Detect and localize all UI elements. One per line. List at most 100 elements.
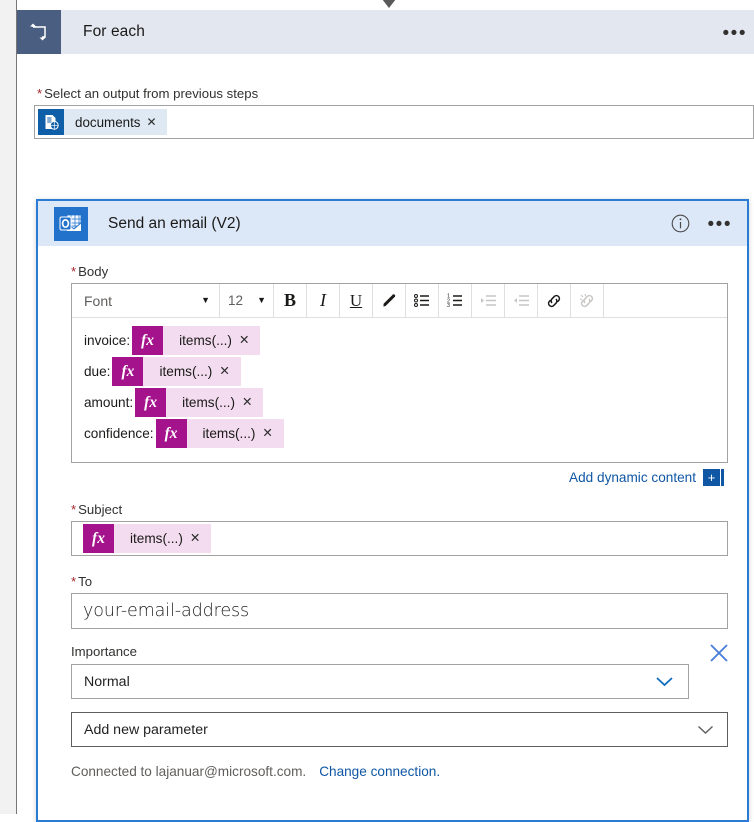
- select-output-input[interactable]: documents ✕: [34, 105, 754, 139]
- document-list-icon: [38, 109, 64, 135]
- body-line: invoice: fx items(...) ✕: [72, 325, 727, 356]
- rich-text-toolbar: Font ▼ 12 ▼ B I U 1 2 3: [72, 284, 727, 318]
- expression-token-label: items(...): [130, 531, 183, 546]
- body-line: due: fx items(...) ✕: [72, 356, 727, 387]
- to-field-label: * To: [71, 574, 93, 589]
- body-line-label: due:: [84, 364, 111, 379]
- numbered-list-button[interactable]: 1 2 3: [439, 284, 472, 317]
- send-email-card: Send an email (V2) ••• * Body Font ▼ 12 …: [36, 199, 749, 822]
- expression-token[interactable]: fx items(...) ✕: [155, 419, 284, 448]
- expression-token-label: items(...): [182, 395, 235, 410]
- importance-dropdown[interactable]: Normal: [71, 664, 689, 699]
- connection-status-text: Connected to lajanuar@microsoft.com.: [71, 764, 307, 779]
- decrease-indent-button[interactable]: [505, 284, 538, 317]
- send-email-header[interactable]: Send an email (V2) •••: [38, 201, 747, 246]
- insert-link-button[interactable]: [538, 284, 571, 317]
- highlighter-icon: [383, 294, 395, 307]
- for-each-title: For each: [83, 23, 145, 40]
- to-input[interactable]: your-email-address: [71, 593, 728, 629]
- documents-token-remove-button[interactable]: ✕: [145, 116, 167, 128]
- for-each-overflow-menu-button[interactable]: •••: [719, 22, 751, 45]
- expression-token-remove-button[interactable]: ✕: [237, 334, 260, 347]
- required-indicator: *: [37, 86, 43, 101]
- fx-icon: fx: [83, 524, 114, 553]
- fx-icon: fx: [132, 326, 164, 355]
- required-indicator: *: [71, 574, 77, 589]
- for-each-body: * Select an output from previous steps do…: [17, 54, 754, 822]
- documents-token[interactable]: documents ✕: [38, 109, 167, 135]
- expression-token-remove-button[interactable]: ✕: [240, 396, 263, 409]
- to-input-value: your-email-address: [83, 601, 250, 621]
- importance-field-label: Importance: [71, 644, 137, 659]
- subject-input[interactable]: fx items(...) ✕: [71, 521, 728, 556]
- add-dynamic-content-button[interactable]: Add dynamic content +: [569, 469, 724, 486]
- body-line: confidence: fx items(...) ✕: [72, 418, 727, 449]
- fx-icon: fx: [112, 357, 144, 386]
- font-size-value: 12: [228, 293, 244, 308]
- add-dynamic-content-accent-bar: [721, 469, 724, 486]
- body-line-label: invoice:: [84, 333, 131, 348]
- body-line-label: confidence:: [84, 426, 154, 441]
- chevron-down-icon: [698, 725, 713, 734]
- fx-icon: fx: [155, 419, 187, 448]
- italic-button[interactable]: I: [307, 284, 340, 317]
- body-line: amount: fx items(...) ✕: [72, 387, 727, 418]
- required-indicator: *: [71, 264, 77, 279]
- expression-token-remove-button[interactable]: ✕: [188, 532, 211, 545]
- unlink-icon: [579, 293, 594, 307]
- outdent-icon: [513, 295, 529, 306]
- body-line-label: amount:: [84, 395, 134, 410]
- body-rich-text-editor[interactable]: Font ▼ 12 ▼ B I U 1 2 3 invoice: fx item…: [71, 283, 728, 463]
- increase-indent-button[interactable]: [472, 284, 505, 317]
- svg-text:3: 3: [447, 303, 450, 309]
- flow-designer-canvas: For each ••• * Select an output from prev…: [0, 0, 754, 822]
- underline-button[interactable]: U: [340, 284, 373, 317]
- body-editor-content[interactable]: invoice: fx items(...) ✕ due: fx items(.…: [72, 318, 727, 470]
- fx-icon: fx: [135, 388, 167, 417]
- for-each-card: For each ••• * Select an output from prev…: [17, 10, 754, 822]
- outlook-icon: [54, 206, 88, 241]
- add-new-parameter-dropdown[interactable]: Add new parameter: [71, 712, 728, 747]
- send-email-body: * Body Font ▼ 12 ▼ B I U 1 2 3 invoice: …: [38, 246, 747, 820]
- importance-value: Normal: [84, 673, 130, 690]
- plus-icon: +: [703, 469, 720, 486]
- subject-field-label: * Subject: [71, 502, 123, 517]
- send-email-overflow-menu-button[interactable]: •••: [705, 213, 735, 236]
- text-highlight-button[interactable]: [373, 284, 406, 317]
- connection-footer: Connected to lajanuar@microsoft.com. Cha…: [71, 764, 440, 779]
- info-icon[interactable]: [671, 214, 690, 233]
- add-dynamic-content-label: Add dynamic content: [569, 470, 696, 485]
- bold-button[interactable]: B: [274, 284, 307, 317]
- change-connection-link[interactable]: Change connection.: [319, 764, 440, 779]
- bulleted-list-button[interactable]: [406, 284, 439, 317]
- expression-token-label: items(...): [202, 426, 256, 441]
- expression-token[interactable]: fx items(...) ✕: [112, 357, 241, 386]
- font-family-value: Font: [84, 292, 113, 309]
- for-each-header[interactable]: For each •••: [17, 10, 754, 54]
- link-icon: [547, 294, 561, 307]
- expression-token[interactable]: fx items(...) ✕: [135, 388, 264, 417]
- underline-icon: U: [349, 290, 363, 310]
- required-indicator: *: [71, 502, 77, 517]
- font-size-dropdown[interactable]: 12 ▼: [220, 284, 274, 317]
- bulleted-list-icon: [413, 294, 429, 307]
- numbered-list-icon: 1 2 3: [447, 294, 462, 309]
- remove-link-button[interactable]: [571, 284, 604, 317]
- expression-token[interactable]: fx items(...) ✕: [132, 326, 261, 355]
- add-new-parameter-label: Add new parameter: [84, 721, 208, 738]
- loop-icon: [17, 10, 61, 54]
- expression-token[interactable]: fx items(...) ✕: [83, 524, 212, 553]
- chevron-down-icon: ▼: [257, 295, 266, 305]
- expression-token-label: items(...): [159, 364, 213, 379]
- italic-icon: I: [320, 290, 326, 310]
- expression-token-label: items(...): [179, 333, 232, 348]
- select-output-label: * Select an output from previous steps: [37, 86, 259, 101]
- body-field-label: * Body: [71, 264, 109, 279]
- expression-token-remove-button[interactable]: ✕: [260, 427, 283, 440]
- canvas-left-gutter: [0, 0, 17, 814]
- font-family-dropdown[interactable]: Font ▼: [72, 284, 220, 317]
- expression-token-remove-button[interactable]: ✕: [217, 365, 240, 378]
- send-email-title: Send an email (V2): [108, 214, 241, 232]
- remove-importance-button[interactable]: [707, 641, 731, 665]
- chevron-down-icon: [656, 677, 673, 687]
